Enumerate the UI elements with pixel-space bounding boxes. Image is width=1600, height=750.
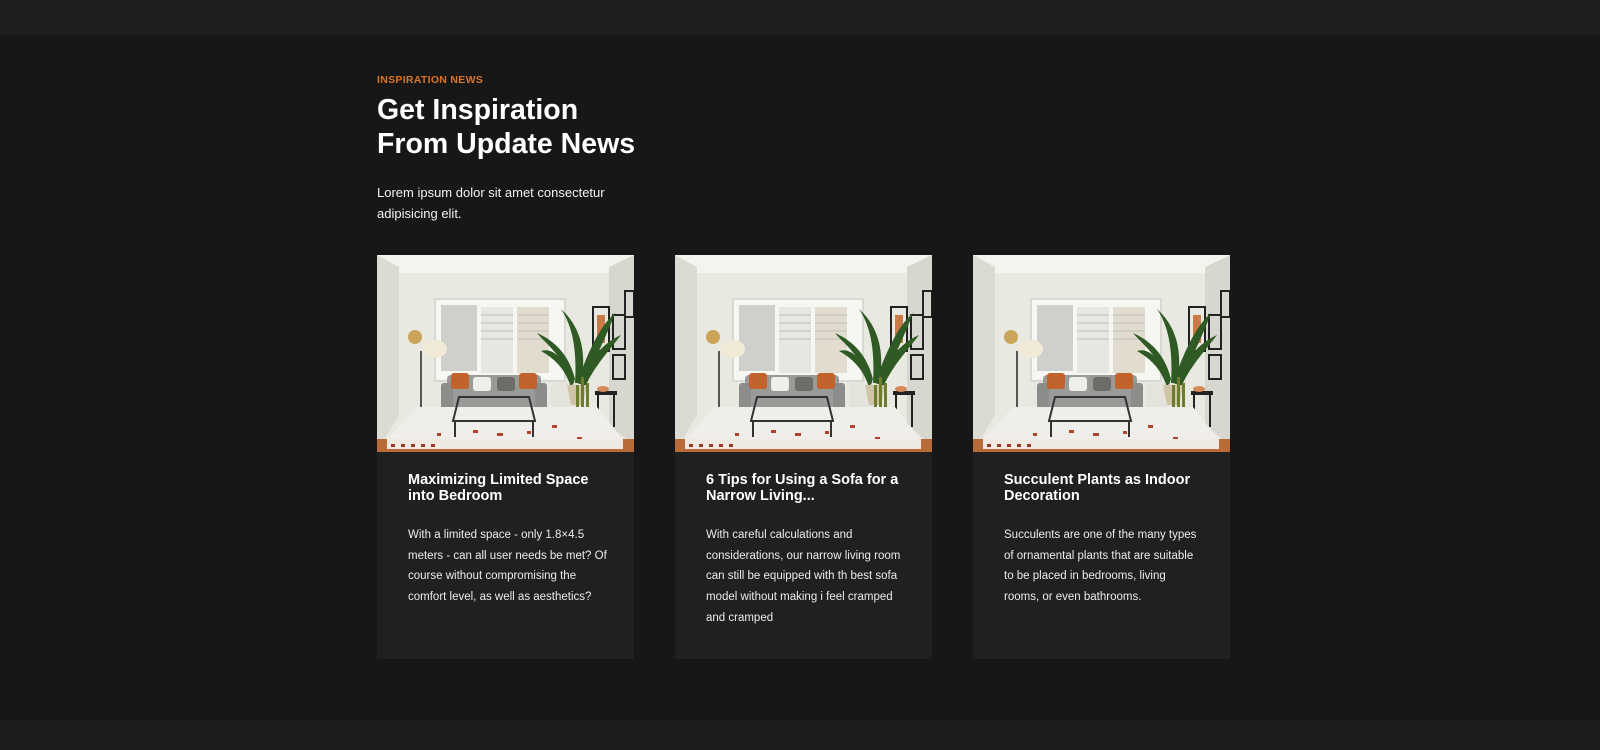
section-intro: Lorem ipsum dolor sit amet consectetur a… (377, 185, 605, 221)
section-eyebrow: INSPIRATION NEWS (377, 74, 484, 86)
section-heading-line-2: From Update News (377, 128, 636, 160)
news-card-title[interactable]: 6 Tips for Using a Sofa for a Narrow Liv… (706, 472, 916, 504)
living-room-photo[interactable] (675, 255, 932, 452)
news-card-title[interactable]: Maximizing Limited Space into Bedroom (408, 472, 618, 504)
news-card[interactable]: Maximizing Limited Space into Bedroom Wi… (377, 255, 634, 659)
living-room-photo[interactable] (377, 255, 634, 452)
news-card-title[interactable]: Succulent Plants as Indoor Decoration (1004, 472, 1214, 504)
top-band (0, 0, 1600, 35)
living-room-photo[interactable] (973, 255, 1230, 452)
news-card-excerpt: With careful calculations and considerat… (706, 529, 901, 624)
section-heading: Get Inspiration From Update News (377, 93, 697, 161)
news-card-list: Maximizing Limited Space into Bedroom Wi… (377, 255, 1231, 659)
news-card-excerpt: With a limited space - only 1.8×4.5 mete… (408, 529, 607, 604)
news-card[interactable]: 6 Tips for Using a Sofa for a Narrow Liv… (675, 255, 932, 659)
news-card[interactable]: Succulent Plants as Indoor Decoration Su… (973, 255, 1230, 659)
section-heading-line-1: Get Inspiration (377, 94, 579, 126)
bottom-band (0, 720, 1600, 750)
news-card-excerpt: Succulents are one of the many types of … (1004, 529, 1197, 604)
